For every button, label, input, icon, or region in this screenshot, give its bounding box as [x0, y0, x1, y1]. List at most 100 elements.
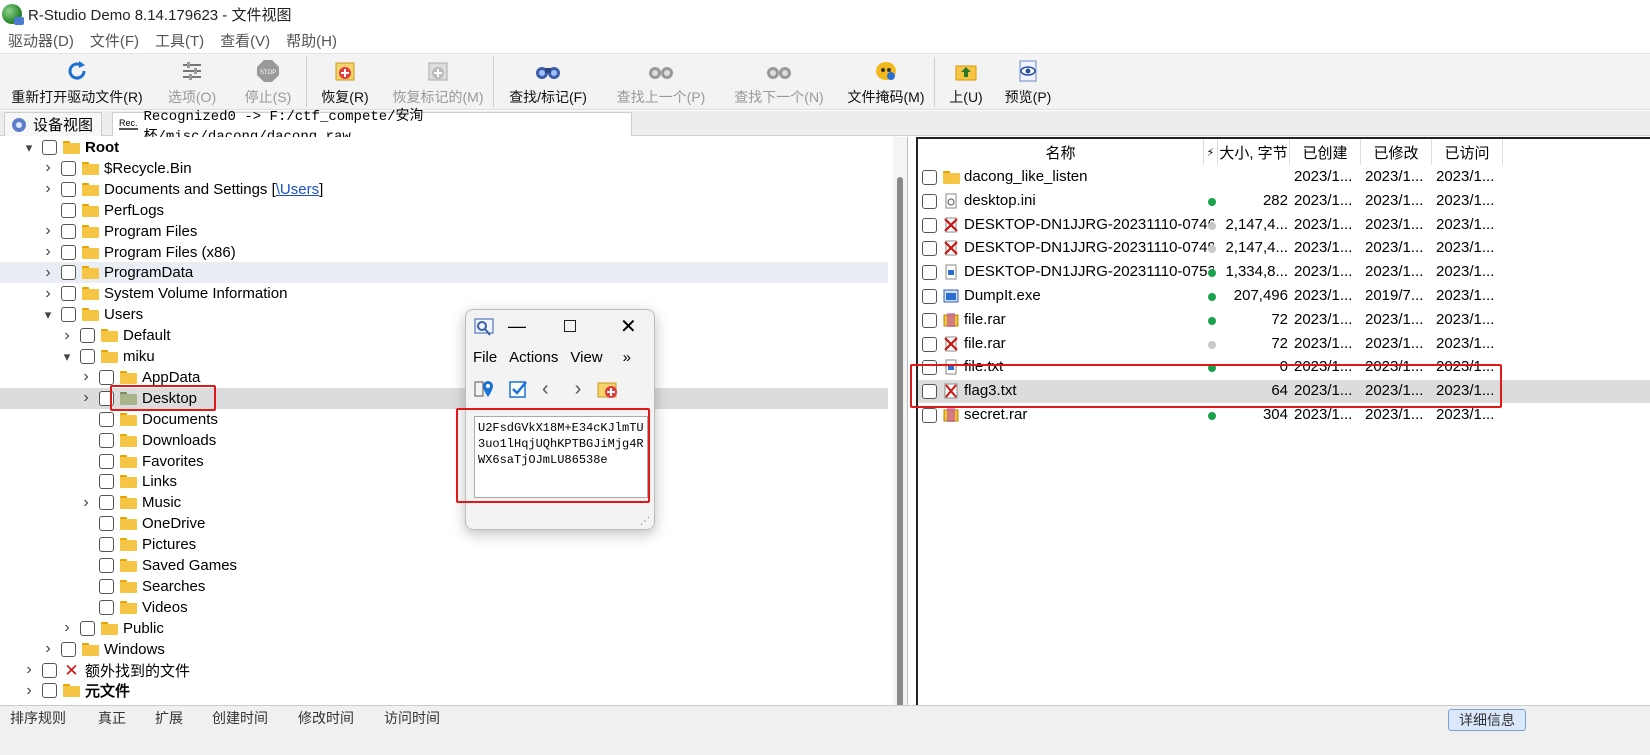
tree-item[interactable]: › System Volume Information	[0, 283, 888, 304]
tree-item[interactable]: Searches	[0, 576, 888, 597]
file-row[interactable]: DESKTOP-DN1JJRG-20231110-0746 2,147,4... 2…	[918, 214, 1650, 237]
col-modified[interactable]: 已修改	[1361, 139, 1432, 165]
expand-arrow-icon[interactable]: ›	[79, 389, 93, 406]
find-mark-button[interactable]: 查找/标记(F)	[494, 54, 602, 110]
col-created[interactable]: 已创建	[1290, 139, 1361, 165]
preview-menu-view[interactable]: View	[570, 349, 602, 366]
tree-item[interactable]: › Documents and Settings [\Users]	[0, 179, 888, 200]
tree-item[interactable]: › Program Files (x86)	[0, 242, 888, 263]
file-row[interactable]: flag3.txt 64 2023/1... 2023/1... 2023/1...	[918, 380, 1650, 404]
collapse-arrow-icon[interactable]: ▾	[60, 349, 74, 364]
tree-item[interactable]: Links	[0, 471, 888, 492]
menu-tools[interactable]: 工具(T)	[155, 30, 204, 51]
col-status[interactable]: ⚡	[1204, 139, 1218, 165]
tree-checkbox[interactable]	[80, 349, 95, 364]
tree-item[interactable]: OneDrive	[0, 513, 888, 534]
expand-arrow-icon[interactable]: ›	[41, 264, 55, 281]
preview-button[interactable]: 预览(P)	[997, 54, 1059, 110]
tree-checkbox[interactable]	[42, 662, 57, 678]
file-checkbox[interactable]	[922, 241, 937, 257]
expand-arrow-icon[interactable]: ›	[41, 222, 55, 239]
tree-checkbox[interactable]	[80, 328, 95, 344]
status-real[interactable]: 真正	[98, 708, 126, 728]
expand-arrow-icon[interactable]: ›	[79, 494, 93, 511]
tree-checkbox[interactable]	[61, 244, 76, 260]
tree-item[interactable]: Videos	[0, 597, 888, 618]
tree-checkbox[interactable]	[99, 599, 114, 615]
tree-checkbox[interactable]	[61, 286, 76, 302]
file-row[interactable]: desktop.ini 282 2023/1... 2023/1... 2023/1..…	[918, 190, 1650, 213]
preview-menu-file[interactable]: File	[473, 349, 497, 366]
tree-scrollbar-thumb[interactable]	[897, 177, 903, 717]
file-checkbox[interactable]	[922, 265, 937, 281]
col-accessed[interactable]: 已访问	[1432, 139, 1503, 165]
file-row[interactable]: secret.rar 304 2023/1... 2023/1... 2023/1...	[918, 404, 1650, 427]
file-checkbox[interactable]	[922, 336, 937, 352]
tree-item[interactable]: Downloads	[0, 430, 888, 451]
maximize-icon[interactable]	[564, 320, 576, 332]
tree-checkbox[interactable]	[99, 495, 114, 511]
tree-item-link[interactable]: \Users	[276, 181, 319, 198]
tree-checkbox[interactable]	[61, 181, 76, 197]
file-row[interactable]: file.txt 0 2023/1... 2023/1... 2023/1...	[918, 356, 1650, 379]
file-checkbox[interactable]	[922, 360, 937, 376]
tree-item[interactable]: › Music	[0, 492, 888, 513]
expand-arrow-icon[interactable]: ›	[60, 327, 74, 344]
col-name[interactable]: 名称	[918, 139, 1204, 165]
tree-checkbox[interactable]	[99, 558, 114, 573]
file-row[interactable]: file.rar 72 2023/1... 2023/1... 2023/1...	[918, 333, 1650, 356]
menu-file[interactable]: 文件(F)	[90, 30, 139, 51]
find-prev-button[interactable]: 查找上一个(P)	[602, 54, 720, 110]
stop-button[interactable]: STOP 停止(S)	[230, 54, 306, 110]
tree-checkbox[interactable]	[99, 390, 114, 406]
tree-item[interactable]: › Desktop	[0, 387, 888, 409]
tree-item[interactable]: PerfLogs	[0, 200, 888, 221]
status-accessed[interactable]: 访问时间	[384, 708, 440, 728]
tree-item[interactable]: ▾ Users	[0, 304, 888, 325]
status-ext[interactable]: 扩展	[155, 708, 183, 728]
folder-tree[interactable]: ▾ Root › $Recycle.Bin › Documents and Setting…	[0, 137, 908, 705]
collapse-arrow-icon[interactable]: ▾	[41, 307, 55, 322]
tree-item[interactable]: ▾ Root	[0, 137, 888, 158]
locate-icon[interactable]	[474, 378, 496, 400]
tree-checkbox[interactable]	[61, 223, 76, 239]
file-checkbox[interactable]	[922, 170, 937, 185]
tree-item[interactable]: Favorites	[0, 451, 888, 472]
expand-arrow-icon[interactable]: ›	[41, 243, 55, 260]
options-button[interactable]: 选项(O)	[154, 54, 230, 110]
menu-drive[interactable]: 驱动器(D)	[8, 30, 74, 51]
tree-checkbox[interactable]	[61, 641, 76, 657]
expand-arrow-icon[interactable]: ›	[22, 661, 36, 678]
recover-marked-button[interactable]: 恢复标记的(M)	[383, 54, 493, 110]
file-checkbox[interactable]	[922, 384, 937, 400]
expand-arrow-icon[interactable]: ›	[41, 640, 55, 657]
file-list[interactable]: 名称 ⚡ 大小, 字节 已创建 已修改 已访问 dacong_like_list…	[916, 137, 1650, 705]
tree-scrollbar[interactable]	[893, 137, 907, 717]
tree-checkbox[interactable]	[99, 453, 114, 469]
tree-checkbox[interactable]	[61, 202, 76, 218]
tree-checkbox[interactable]	[42, 140, 57, 155]
recover-file-icon[interactable]	[597, 378, 619, 400]
minimize-icon[interactable]: —	[508, 316, 526, 337]
tree-checkbox[interactable]	[61, 307, 76, 323]
tree-checkbox[interactable]	[99, 474, 114, 490]
details-button[interactable]: 详细信息	[1448, 709, 1526, 731]
file-row[interactable]: dacong_like_listen 2023/1... 2023/1... 2023…	[918, 166, 1650, 189]
file-checkbox[interactable]	[922, 289, 937, 304]
tree-item[interactable]: › Windows	[0, 639, 888, 660]
tree-item[interactable]: › 元文件	[0, 680, 888, 701]
preview-text-content[interactable]: U2FsdGVkX18M+E34cKJlmTU3uo1lHqjUQhKPTBGJ…	[474, 416, 648, 498]
tree-item[interactable]: › Default	[0, 325, 888, 346]
tree-checkbox[interactable]	[61, 265, 76, 281]
tree-checkbox[interactable]	[80, 620, 95, 636]
tab-device-view[interactable]: 设备视图	[4, 112, 102, 136]
file-checkbox[interactable]	[922, 408, 937, 423]
file-row[interactable]: DESKTOP-DN1JJRG-20231110-0749 2,147,4... 2…	[918, 237, 1650, 260]
expand-arrow-icon[interactable]: ›	[60, 619, 74, 636]
reopen-drive-button[interactable]: 重新打开驱动文件(R)	[0, 54, 154, 110]
expand-arrow-icon[interactable]: ›	[41, 285, 55, 302]
tree-checkbox[interactable]	[42, 683, 57, 699]
file-checkbox[interactable]	[922, 312, 937, 328]
preview-menu-more[interactable]: »	[623, 349, 631, 366]
expand-arrow-icon[interactable]: ›	[41, 180, 55, 197]
